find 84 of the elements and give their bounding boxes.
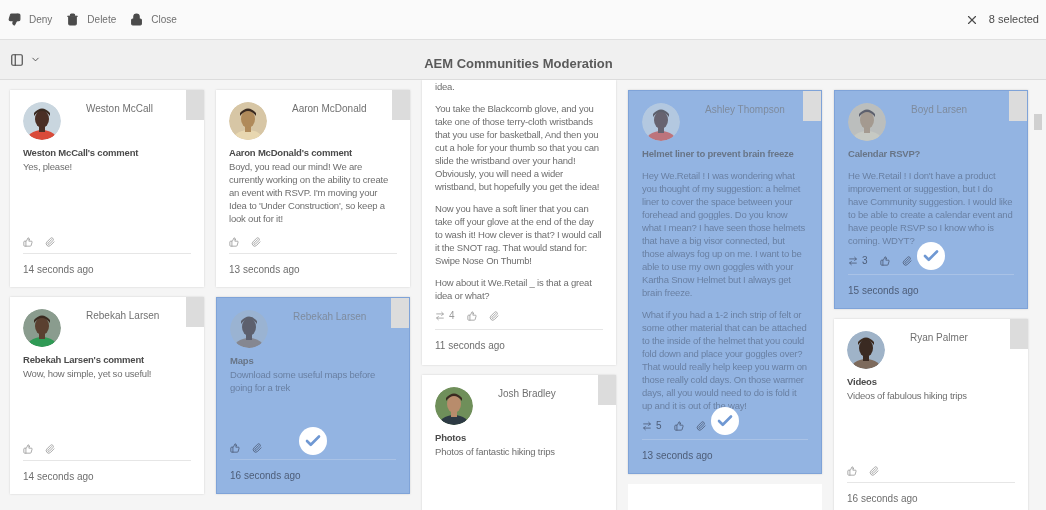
author-name: Ryan Palmer (910, 331, 968, 345)
post-text: Wow, how simple, yet so useful! (23, 367, 153, 380)
timestamp: 16 seconds ago (230, 469, 302, 483)
post-title: Aaron McDonald's comment (229, 146, 354, 160)
vote-count: 5 (656, 419, 662, 433)
paperclip-icon[interactable] (45, 237, 55, 247)
thumbs-up-icon[interactable] (230, 443, 240, 453)
post-text: Photos of fantastic hiking trips (435, 445, 556, 458)
lock-icon (130, 13, 144, 26)
post-title: Videos (847, 375, 878, 389)
paperclip-icon[interactable] (901, 255, 912, 266)
check-icon (917, 242, 945, 270)
comment-card[interactable]: Ryan Palmer Videos Videos of fabulous hiking trips 16 seconds ago (834, 319, 1028, 510)
toolbar-button[interactable]: Close (129, 12, 178, 27)
votes-icon (435, 310, 445, 321)
author-name: Rebekah Larsen (86, 309, 160, 323)
author-name: Ashley Thompson (705, 103, 785, 117)
thumbs-up-icon[interactable] (847, 466, 857, 476)
comment-card[interactable]: Josh Bradley Photos Photos of fantastic hiking trips (422, 375, 616, 510)
vote-count: 4 (449, 309, 455, 323)
post-title: Photos (435, 431, 467, 445)
panel-icon (10, 52, 24, 67)
author-name: Aaron McDonald (292, 102, 367, 116)
author-name: Josh Bradley (498, 387, 556, 401)
paperclip-icon[interactable] (251, 237, 261, 247)
thumbs-up-icon[interactable] (23, 444, 33, 454)
trash-icon (66, 13, 80, 26)
timestamp: 13 seconds ago (642, 449, 714, 463)
select-checkbox[interactable] (186, 90, 204, 120)
vote-count: 3 (862, 254, 868, 268)
post-text: Boyd, you read our mind! We are currently working on the ability to create an event with RSVP. I'm moving your Idea to 'Under Construction', so keep a look out for it! (229, 160, 389, 225)
rail-toggle-button[interactable] (10, 52, 41, 67)
select-checkbox[interactable] (803, 91, 821, 121)
post-title: Maps (230, 354, 255, 368)
thumbs-up-icon[interactable] (23, 237, 33, 247)
selection-count: 8 selected (988, 12, 1039, 28)
select-checkbox[interactable] (391, 298, 409, 328)
post-text: You take the Blackcomb glove, and you take one of those terry-cloth wristbands that you use for basketball, And then you cut a hole for your thumb so that you can slide the wristband over your hand! Obviously, you will need a wider wristband, but hopefully you get the idea! (435, 102, 601, 193)
page-title: AEM Communities Moderation (424, 54, 613, 73)
scrollbar[interactable] (1034, 114, 1042, 130)
paperclip-icon[interactable] (488, 310, 499, 321)
paperclip-icon[interactable] (695, 420, 706, 431)
timestamp: 14 seconds ago (23, 263, 95, 277)
select-checkbox[interactable] (1010, 319, 1028, 349)
votes-icon (848, 255, 858, 266)
post-title: Weston McCall's comment (23, 146, 140, 160)
timestamp: 14 seconds ago (23, 470, 95, 484)
check-icon (299, 427, 327, 455)
paperclip-icon[interactable] (252, 443, 262, 453)
post-title: Calendar RSVP? (848, 147, 922, 161)
select-checkbox[interactable] (598, 375, 616, 405)
author-name: Rebekah Larsen (293, 310, 367, 324)
toolbar-button[interactable]: Delete (65, 12, 118, 27)
paperclip-icon[interactable] (45, 444, 55, 454)
thumbs-up-icon[interactable] (466, 310, 477, 321)
post-text: Now you have a soft liner that you can take off your glove at the end of the day to wash it! How clever is that? I would call it the SNOT rag. That would stand for: Swipe Nose On Thumb! (435, 202, 603, 267)
timestamp: 11 seconds ago (435, 339, 506, 353)
toolbar-button[interactable]: Deny (7, 12, 54, 27)
post-text: Yes, please! (23, 160, 73, 173)
author-name: Weston McCall (86, 102, 154, 116)
comment-card[interactable] (834, 90, 1028, 309)
post-text: idea. (435, 80, 456, 93)
comment-card[interactable]: Weston McCall Weston McCall's comment Yes, please! 14 seconds ago (10, 90, 204, 287)
author-name: Boyd Larsen (911, 103, 968, 117)
post-title: Helmet liner to prevent brain freeze (642, 147, 795, 161)
thumbs-up-icon[interactable] (673, 420, 684, 431)
comment-card[interactable] (422, 80, 616, 365)
select-checkbox[interactable] (1009, 91, 1027, 121)
thumbs-down-icon (8, 13, 21, 26)
thumbs-up-icon[interactable] (879, 255, 890, 266)
select-checkbox[interactable] (392, 90, 410, 120)
comment-card[interactable] (216, 90, 410, 287)
paperclip-icon[interactable] (869, 466, 879, 476)
comment-card[interactable]: Rebekah Larsen Rebekah Larsen's comment Wow, how simple, yet so useful! 14 seconds ago (10, 297, 204, 494)
timestamp: 13 seconds ago (229, 263, 301, 277)
post-text: Videos of fabulous hiking trips (847, 389, 968, 402)
timestamp: 16 seconds ago (847, 492, 919, 506)
post-text: How about it We.Retail _ is that a great idea or what? (435, 276, 593, 302)
timestamp: 15 seconds ago (848, 284, 920, 298)
select-checkbox[interactable] (186, 297, 204, 327)
comment-card[interactable] (628, 90, 822, 474)
votes-icon (642, 420, 652, 431)
thumbs-up-icon[interactable] (229, 237, 239, 247)
post-title: Rebekah Larsen's comment (23, 353, 145, 367)
